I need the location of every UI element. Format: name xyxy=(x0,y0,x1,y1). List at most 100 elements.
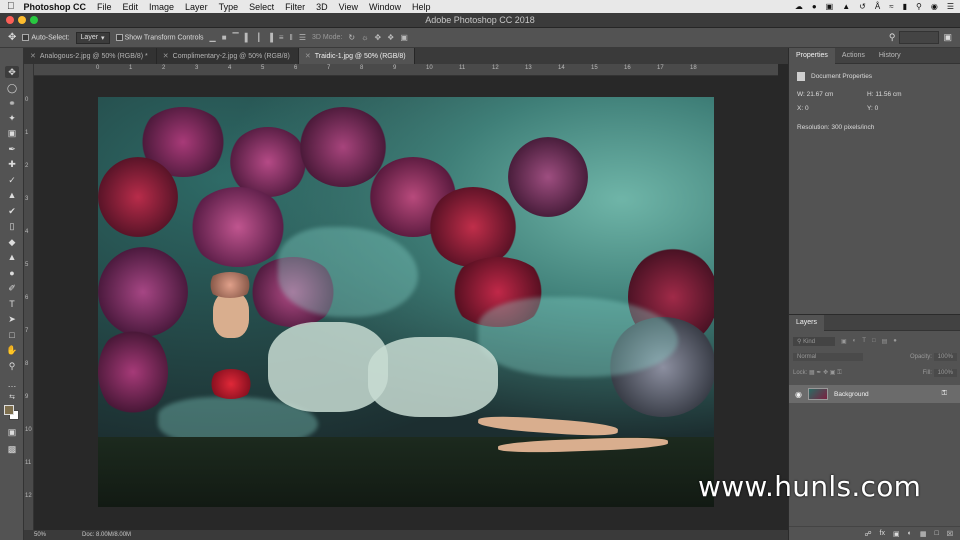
3d-orbit-icon[interactable]: ↻ xyxy=(348,33,355,42)
width-field[interactable]: W: 21.67 cm xyxy=(797,91,867,98)
filter-toggle-icon[interactable]: ● xyxy=(893,338,897,344)
quick-select-tool-icon[interactable]: ✦ xyxy=(5,112,19,124)
menu-3d[interactable]: 3D xyxy=(316,2,328,12)
fill-control[interactable]: Fill: 100% xyxy=(923,369,957,377)
align-left-icon[interactable]: ▌ xyxy=(245,33,251,42)
link-layers-icon[interactable]: ☍ xyxy=(864,530,871,538)
menu-image[interactable]: Image xyxy=(149,2,174,12)
lock-artboard-icon[interactable]: ▣ xyxy=(830,370,836,376)
align-top-icon[interactable]: ▁ xyxy=(210,33,216,42)
search-icon[interactable]: ⚲ xyxy=(916,2,922,11)
close-tab-icon[interactable]: ✕ xyxy=(163,52,169,60)
lock-all-icon[interactable]: ⚿ xyxy=(837,370,842,376)
close-tab-icon[interactable]: ✕ xyxy=(30,52,36,60)
lock-pixels-icon[interactable]: ▦ xyxy=(809,370,815,376)
tab-analogous[interactable]: ✕ Analogous-2.jpg @ 50% (RGB/8) * xyxy=(24,48,157,64)
rectangle-tool-icon[interactable]: □ xyxy=(5,329,19,341)
user-avatar-icon[interactable]: ◉ xyxy=(931,2,938,11)
move-tool-preset-icon[interactable]: ✥ xyxy=(8,32,16,43)
document-image[interactable] xyxy=(98,97,714,507)
notification-icon[interactable]: ☰ xyxy=(947,2,954,11)
fx-icon[interactable]: fx xyxy=(880,530,885,537)
dodge-tool-icon[interactable]: ● xyxy=(5,267,19,279)
filter-type-icon[interactable]: T xyxy=(862,338,866,344)
screen-icon[interactable]: ▣ xyxy=(826,2,834,11)
layer-row-background[interactable]: ◉ Background ⚿ xyxy=(789,385,960,403)
clone-stamp-tool-icon[interactable]: ▲ xyxy=(5,189,19,201)
filter-adjustment-icon[interactable]: ◐ xyxy=(853,338,857,344)
blend-mode-dropdown[interactable]: Normal xyxy=(793,353,863,361)
zoom-level[interactable]: 50% xyxy=(34,532,46,538)
apple-icon[interactable]:  xyxy=(7,1,15,12)
transform-controls-checkbox[interactable] xyxy=(115,33,123,41)
auto-select-dropdown[interactable]: Layer ▾ xyxy=(75,31,110,44)
path-select-tool-icon[interactable]: ➤ xyxy=(5,313,19,325)
3d-roll-icon[interactable]: ☼ xyxy=(361,33,368,42)
distribute-h-icon[interactable]: ‖ xyxy=(290,33,293,42)
zoom-tool-icon[interactable]: ⚲ xyxy=(5,360,19,372)
menu-help[interactable]: Help xyxy=(412,2,431,12)
opacity-control[interactable]: Opacity: 100% xyxy=(910,353,957,361)
quick-mask-icon[interactable]: ▣ xyxy=(5,426,19,438)
transform-controls-toggle[interactable]: Show Transform Controls xyxy=(115,33,204,41)
wifi-icon[interactable]: ≈ xyxy=(889,2,893,11)
menu-file[interactable]: File xyxy=(97,2,112,12)
auto-select-checkbox[interactable] xyxy=(22,33,30,41)
new-group-icon[interactable]: ▦ xyxy=(920,530,927,538)
y-field[interactable]: Y: 0 xyxy=(867,105,878,112)
eye-icon[interactable]: ◉ xyxy=(795,390,802,399)
swap-colors-icon[interactable]: ⇆ xyxy=(5,391,19,403)
add-mask-icon[interactable]: ▣ xyxy=(893,530,900,538)
distribute-icon[interactable]: ≡ xyxy=(279,33,284,42)
height-field[interactable]: H: 11.56 cm xyxy=(867,91,902,98)
eyedropper-tool-icon[interactable]: ✒ xyxy=(5,143,19,155)
new-layer-icon[interactable]: □ xyxy=(934,530,938,537)
menu-layer[interactable]: Layer xyxy=(185,2,208,12)
3d-scale-icon[interactable]: ▣ xyxy=(400,33,408,42)
crop-tool-icon[interactable]: ▣ xyxy=(5,127,19,139)
tab-actions[interactable]: Actions xyxy=(835,48,872,64)
filter-shape-icon[interactable]: □ xyxy=(872,338,876,344)
opacity-value[interactable]: 100% xyxy=(933,353,957,361)
filter-pixel-icon[interactable]: ▣ xyxy=(841,338,847,345)
lock-position-icon[interactable]: ✥ xyxy=(823,370,828,376)
doc-size[interactable]: Doc: 8.00M/8.00M xyxy=(82,532,131,538)
tab-complimentary[interactable]: ✕ Complimentary-2.jpg @ 50% (RGB/8) xyxy=(156,48,299,64)
menu-edit[interactable]: Edit xyxy=(123,2,139,12)
x-field[interactable]: X: 0 xyxy=(797,105,867,112)
bluetooth-icon[interactable]: Å xyxy=(875,2,880,11)
screen-mode-icon[interactable]: ▩ xyxy=(5,443,19,455)
align-middle-icon[interactable]: ■ xyxy=(222,33,227,42)
distribute-v-icon[interactable]: ☰ xyxy=(299,33,306,42)
align-center-icon[interactable]: ┃ xyxy=(256,33,261,42)
healing-brush-tool-icon[interactable]: ✚ xyxy=(5,158,19,170)
eraser-tool-icon[interactable]: ▯ xyxy=(5,220,19,232)
pen-tool-icon[interactable]: ✐ xyxy=(5,282,19,294)
history-brush-tool-icon[interactable]: ✔ xyxy=(5,205,19,217)
menu-app-name[interactable]: Photoshop CC xyxy=(24,2,87,12)
adjustment-layer-icon[interactable]: ◐ xyxy=(908,530,912,537)
lasso-tool-icon[interactable]: ⚭ xyxy=(5,97,19,109)
paint-bucket-tool-icon[interactable]: ◆ xyxy=(5,236,19,248)
move-tool-icon[interactable]: ✥ xyxy=(5,66,19,78)
layer-kind-filter[interactable]: ⚲ Kind xyxy=(793,336,835,346)
3d-slide-icon[interactable]: ❖ xyxy=(387,33,394,42)
blur-tool-icon[interactable]: ▲ xyxy=(5,251,19,263)
search-tool-icon[interactable]: ⚲ xyxy=(889,32,896,43)
hand-tool-icon[interactable]: ✋ xyxy=(5,344,19,356)
time-machine-icon[interactable]: ↺ xyxy=(859,2,866,11)
menu-select[interactable]: Select xyxy=(249,2,274,12)
tab-layers[interactable]: Layers xyxy=(789,314,825,331)
marquee-tool-icon[interactable]: ◯ xyxy=(5,82,19,94)
filter-smart-icon[interactable]: ▤ xyxy=(882,338,888,345)
airplay-icon[interactable]: ▲ xyxy=(842,2,850,11)
vertical-ruler[interactable]: 0 1 2 3 4 5 6 7 8 9 10 11 12 xyxy=(24,64,34,530)
workspace-switcher[interactable] xyxy=(899,31,940,44)
tab-properties[interactable]: Properties xyxy=(789,47,835,64)
menu-view[interactable]: View xyxy=(339,2,358,12)
battery-icon[interactable]: ▮ xyxy=(903,2,907,11)
menu-window[interactable]: Window xyxy=(369,2,401,12)
close-tab-icon[interactable]: ✕ xyxy=(305,52,311,60)
trash-icon[interactable]: ☒ xyxy=(947,530,953,538)
record-icon[interactable]: ● xyxy=(812,2,817,11)
